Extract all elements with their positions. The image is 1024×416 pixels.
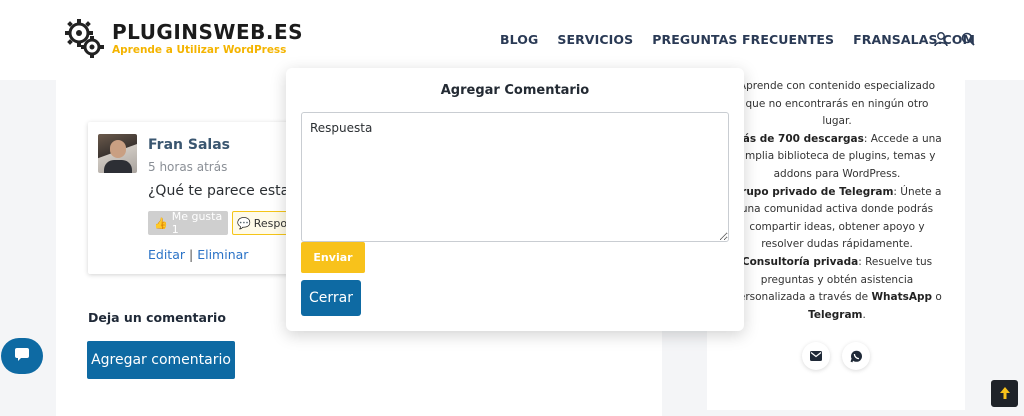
speech-bubble-icon: 💬 bbox=[237, 216, 251, 230]
nav-blog[interactable]: BLOG bbox=[500, 32, 538, 47]
comment-author[interactable]: Fran Salas bbox=[148, 137, 230, 153]
nav-fransalas[interactable]: FRANSALAS.COM bbox=[853, 32, 975, 47]
like-button[interactable]: 👍 Me gusta 1 bbox=[148, 210, 228, 236]
separator: | bbox=[189, 247, 194, 262]
site-logo[interactable]: PLUGINSWEB.ES Aprende a Utilizar WordPre… bbox=[62, 16, 303, 60]
sidebar-consulting-title: Consultoría privada bbox=[741, 255, 859, 268]
leave-comment-title: Deja un comentario bbox=[88, 310, 226, 325]
like-label: Me gusta 1 bbox=[171, 210, 223, 236]
gears-logo-icon bbox=[62, 16, 106, 60]
close-button[interactable]: Cerrar bbox=[301, 280, 361, 316]
chat-bubble-icon bbox=[14, 347, 30, 366]
nav-preguntas-frecuentes[interactable]: PREGUNTAS FRECUENTES bbox=[652, 32, 834, 47]
comment-textarea[interactable] bbox=[301, 112, 729, 242]
sidebar-intro: Aprende con contenido especializado que … bbox=[738, 80, 936, 128]
edit-link[interactable]: Editar bbox=[148, 247, 185, 262]
add-comment-button[interactable]: Agregar comentario bbox=[87, 341, 235, 379]
logo-subtitle: Aprende a Utilizar WordPress bbox=[112, 43, 287, 56]
reply-button[interactable]: 💬 Respor bbox=[232, 211, 292, 235]
nav-servicios[interactable]: SERVICIOS bbox=[557, 32, 633, 47]
add-comment-modal: Agregar Comentario Enviar Cerrar bbox=[286, 68, 744, 331]
whatsapp-icon[interactable] bbox=[842, 342, 870, 370]
sidebar-or: o bbox=[932, 291, 942, 304]
scroll-to-top-button[interactable] bbox=[991, 380, 1018, 407]
send-button[interactable]: Enviar bbox=[301, 242, 365, 273]
search-icon[interactable] bbox=[959, 30, 977, 48]
arrow-up-icon bbox=[999, 384, 1010, 403]
avatar bbox=[98, 134, 137, 173]
sidebar-period: . bbox=[862, 308, 866, 321]
sidebar-telegram: Telegram bbox=[808, 308, 863, 321]
comment-actions: Editar | Eliminar bbox=[148, 247, 248, 262]
sidebar-whatsapp: WhatsApp bbox=[871, 291, 933, 304]
modal-title: Agregar Comentario bbox=[440, 83, 590, 98]
logo-title: PLUGINSWEB.ES bbox=[112, 19, 304, 44]
main-nav: BLOG SERVICIOS PREGUNTAS FRECUENTES FRAN… bbox=[500, 32, 994, 47]
user-icon[interactable] bbox=[932, 30, 950, 48]
thumbs-up-icon: 👍 bbox=[154, 216, 168, 230]
comment-time: 5 horas atrás bbox=[148, 160, 228, 174]
chat-button[interactable] bbox=[1, 338, 43, 374]
sidebar-contact-icons bbox=[802, 342, 870, 370]
sidebar-benefits: Aprende con contenido especializado que … bbox=[730, 78, 944, 324]
sidebar-downloads-title: Más de 700 descargas bbox=[732, 132, 864, 145]
delete-link[interactable]: Eliminar bbox=[197, 247, 248, 262]
sidebar-telegram-title: Grupo privado de Telegram bbox=[732, 185, 894, 198]
mail-icon[interactable] bbox=[802, 342, 830, 370]
